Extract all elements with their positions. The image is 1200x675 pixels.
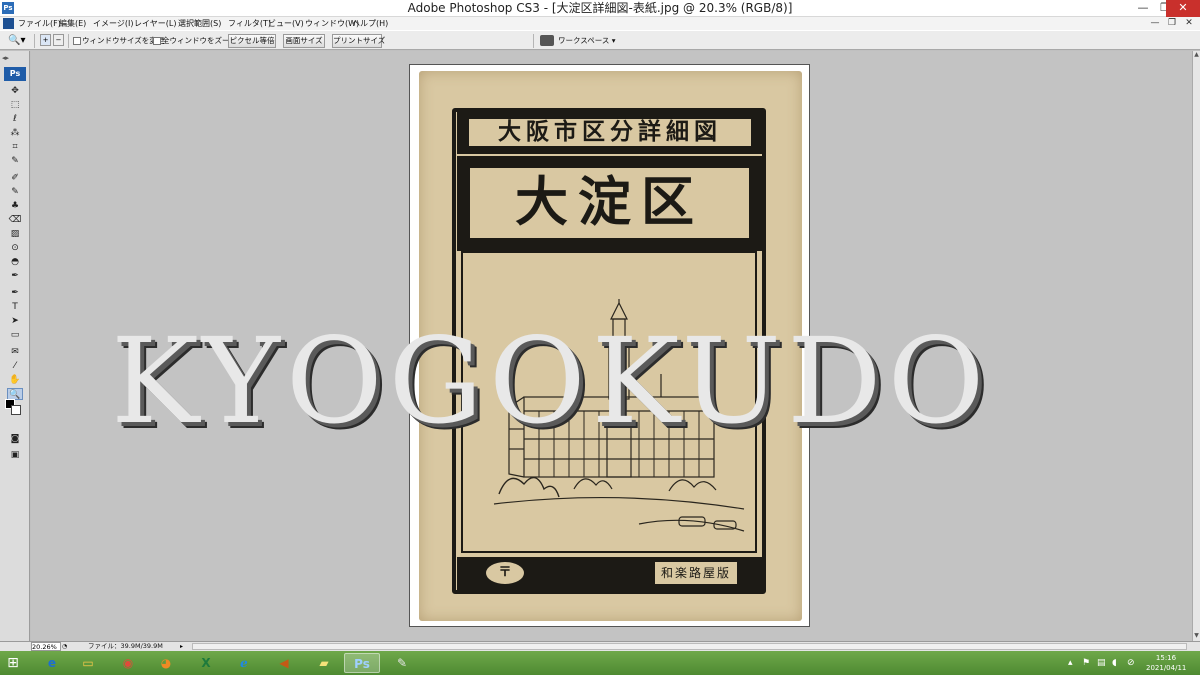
path-selection-tool-icon[interactable]: ➤ [7,315,23,327]
edge-taskbar-icon[interactable]: ℯ [226,653,262,673]
excel-taskbar-icon[interactable]: X [188,653,224,673]
volume-icon[interactable]: ◖ [1112,656,1117,670]
slice-tool-icon[interactable]: ✎ [7,155,23,167]
zoom-in-icon[interactable]: + [40,34,51,46]
blur-tool-icon[interactable]: ◓ [7,256,23,268]
taskbar: ⊞ e ▭ ◉ ◕ X ℯ ◀ ▰ Ps ✎ ▴ ⚑ ▤ ◖ ⊘ 15:16 2… [0,651,1200,675]
doc-restore-button[interactable]: ❐ [1164,17,1180,30]
healing-brush-tool-icon[interactable]: ✐ [7,172,23,184]
publisher-mark: 〒 [486,562,524,584]
separator [68,34,69,48]
paint-taskbar-icon[interactable]: ✎ [384,653,420,673]
zoom-out-icon[interactable]: − [53,34,64,46]
panel-grip-icon[interactable]: ◂▸ [2,53,28,63]
menu-file[interactable]: ファイル(F) [18,17,61,30]
ie-taskbar-icon[interactable]: e [34,653,70,673]
ps-logo: Ps [4,67,26,81]
publisher-name: 和楽路屋版 [654,561,738,585]
chrome-taskbar-icon[interactable]: ◉ [110,653,146,673]
workspace-menu[interactable]: ワークスペース ▾ [558,34,616,48]
firefox-taskbar-icon[interactable]: ◕ [148,653,184,673]
move-tool-icon[interactable]: ✥ [7,85,23,97]
status-bar: 20.26% ◔ ファイル：39.9M/39.9M ▸ [0,641,1200,651]
doc-minimize-button[interactable]: — [1147,17,1163,30]
background-color-swatch[interactable] [11,405,21,415]
scroll-down-icon[interactable]: ▼ [1193,632,1200,640]
zoom-all-windows-label: 全ウィンドウをズーム [162,36,237,45]
hand-tool-icon[interactable]: ✋ [7,374,23,386]
doc-close-button[interactable]: ✕ [1181,17,1197,30]
fit-screen-button[interactable]: 画面サイズ [283,34,325,48]
clock[interactable]: 15:16 2021/04/11 [1146,653,1186,673]
options-bar: 🔍▾ + − ウィンドウサイズを変更 全ウィンドウをズーム ピクセル等倍 画面サ… [0,30,1200,50]
eraser-tool-icon[interactable]: ▨ [7,228,23,240]
quick-mask-icon[interactable]: ◙ [7,433,23,445]
watermark: KYOGOKUDO [111,312,991,450]
history-brush-tool-icon[interactable]: ⌫ [7,214,23,226]
vertical-scrollbar[interactable]: ▲ ▼ [1192,51,1200,641]
menu-select[interactable]: 選択範囲(S) [178,17,221,30]
resize-windows-label: ウィンドウサイズを変更 [82,36,165,45]
network-icon[interactable]: ▤ [1097,656,1106,670]
menu-help[interactable]: ヘルプ(H) [352,17,388,30]
menu-filter[interactable]: フィルタ(T) [228,17,271,30]
pen-tool-icon[interactable]: ✒ [7,287,23,299]
media-taskbar-icon[interactable]: ◀ [266,653,302,673]
zoom-tool-preset-icon[interactable]: 🔍▾ [8,34,30,48]
notification-icon[interactable]: ⊘ [1127,656,1135,670]
clock-date: 2021/04/11 [1146,664,1187,672]
separator [34,34,35,48]
zoom-all-windows-checkbox[interactable] [153,37,161,45]
type-tool-icon[interactable]: T [7,301,23,313]
windows-start-icon[interactable]: ⊞ [4,655,22,671]
photoshop-taskbar-icon[interactable]: Ps [344,653,380,673]
folder-taskbar-icon[interactable]: ▰ [306,653,342,673]
menu-bar: ファイル(F) 編集(E) イメージ(I) レイヤー(L) 選択範囲(S) フィ… [0,17,1200,30]
minimize-button[interactable]: — [1132,0,1154,17]
tray-arrow-icon[interactable]: ▴ [1068,656,1073,670]
separator [533,34,534,48]
lasso-tool-icon[interactable]: ℓ [7,113,23,125]
dodge-tool-icon[interactable]: ✒ [7,270,23,282]
main-title: 大淀区 [468,166,751,240]
bridge-icon[interactable] [540,35,554,46]
scroll-up-icon[interactable]: ▲ [1193,51,1200,59]
file-explorer-taskbar-icon[interactable]: ▭ [70,653,106,673]
magic-wand-tool-icon[interactable]: ⁂ [7,127,23,139]
print-size-button[interactable]: プリントサイズ [332,34,385,48]
menu-view[interactable]: ビュー(V) [268,17,304,30]
document-status-icon[interactable]: ◔ [62,642,70,651]
menu-layer[interactable]: レイヤー(L) [134,17,176,30]
screen-mode-icon[interactable]: ▣ [7,449,23,461]
file-size-info: ファイル：39.9M/39.9M [88,642,163,650]
eyedropper-tool-icon[interactable]: ⁄ [7,360,23,372]
window-title: Adobe Photoshop CS3 - [大淀区詳細図-表紙.jpg @ 2… [407,1,793,15]
notes-tool-icon[interactable]: ✉ [7,346,23,358]
horizontal-scrollbar[interactable] [192,643,1187,650]
actual-pixels-button[interactable]: ピクセル等倍 [228,34,276,48]
title-bar: Ps Adobe Photoshop CS3 - [大淀区詳細図-表紙.jpg … [0,0,1200,17]
crop-tool-icon[interactable]: ⌗ [7,141,23,153]
resize-windows-checkbox[interactable] [73,37,81,45]
brush-tool-icon[interactable]: ✎ [7,186,23,198]
status-menu-arrow-icon[interactable]: ▸ [180,642,183,651]
series-title: 大阪市区分詳細図 [467,117,753,148]
zoom-level-field[interactable]: 20.26% [31,642,61,651]
rectangle-tool-icon[interactable]: ▭ [7,329,23,341]
close-button[interactable]: ✕ [1166,0,1200,17]
document-icon[interactable] [3,18,14,29]
canvas-area[interactable]: 大阪市区分詳細図 大淀区 〒 和楽路屋版 KYOGOKUDO [31,51,1192,641]
paint-bucket-tool-icon[interactable]: ⊙ [7,242,23,254]
marquee-tool-icon[interactable]: ⬚ [7,99,23,111]
clone-stamp-tool-icon[interactable]: ♣ [7,200,23,212]
tools-panel: ◂▸ Ps ✥ ⬚ ℓ ⁂ ⌗ ✎ ✐ ✎ ♣ ⌫ ▨ ⊙ ◓ ✒ ✒ T ➤ … [0,51,30,641]
menu-edit[interactable]: 編集(E) [59,17,86,30]
flag-icon[interactable]: ⚑ [1082,656,1090,670]
clock-time: 15:16 [1155,654,1177,662]
menu-image[interactable]: イメージ(I) [93,17,133,30]
